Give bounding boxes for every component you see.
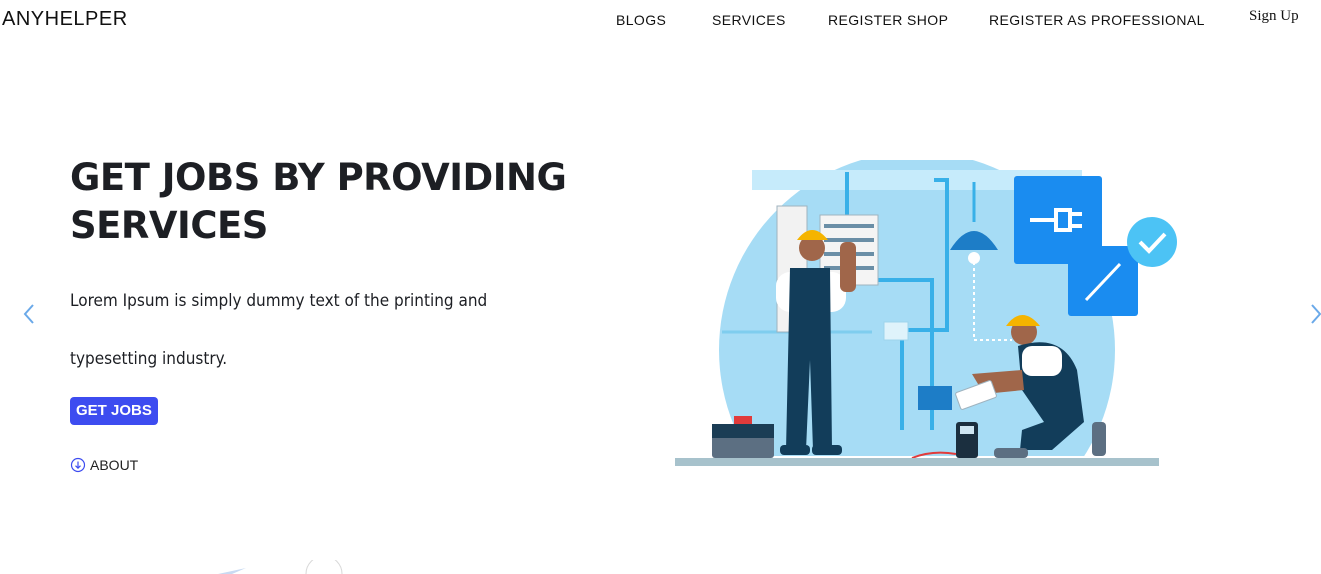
electricians-illustration <box>672 160 1182 472</box>
chevron-left-icon[interactable] <box>22 302 36 326</box>
nav-link-services[interactable]: SERVICES <box>712 12 786 28</box>
about-link[interactable]: ABOUT <box>70 456 138 474</box>
arrow-down-circle-icon <box>70 457 86 473</box>
hero-description: Lorem Ipsum is simply dummy text of the … <box>70 291 488 369</box>
section-decoration <box>218 560 343 574</box>
hero-title: GET JOBS BY PROVIDING SERVICES <box>70 156 567 247</box>
signup-link[interactable]: Sign Up <box>1249 8 1299 25</box>
nav-link-blogs[interactable]: BLOGS <box>616 12 666 28</box>
main-nav: BLOGS SERVICES REGISTER SHOP REGISTER AS… <box>0 12 1321 32</box>
about-label: ABOUT <box>90 457 139 473</box>
chevron-right-icon[interactable] <box>1309 302 1321 326</box>
nav-link-register-professional[interactable]: REGISTER AS PROFESSIONAL <box>989 12 1205 28</box>
page: ANYHELPER BLOGS SERVICES REGISTER SHOP R… <box>0 0 1321 574</box>
get-jobs-button[interactable]: GET JOBS <box>70 397 158 425</box>
nav-link-register-shop[interactable]: REGISTER SHOP <box>828 12 948 28</box>
